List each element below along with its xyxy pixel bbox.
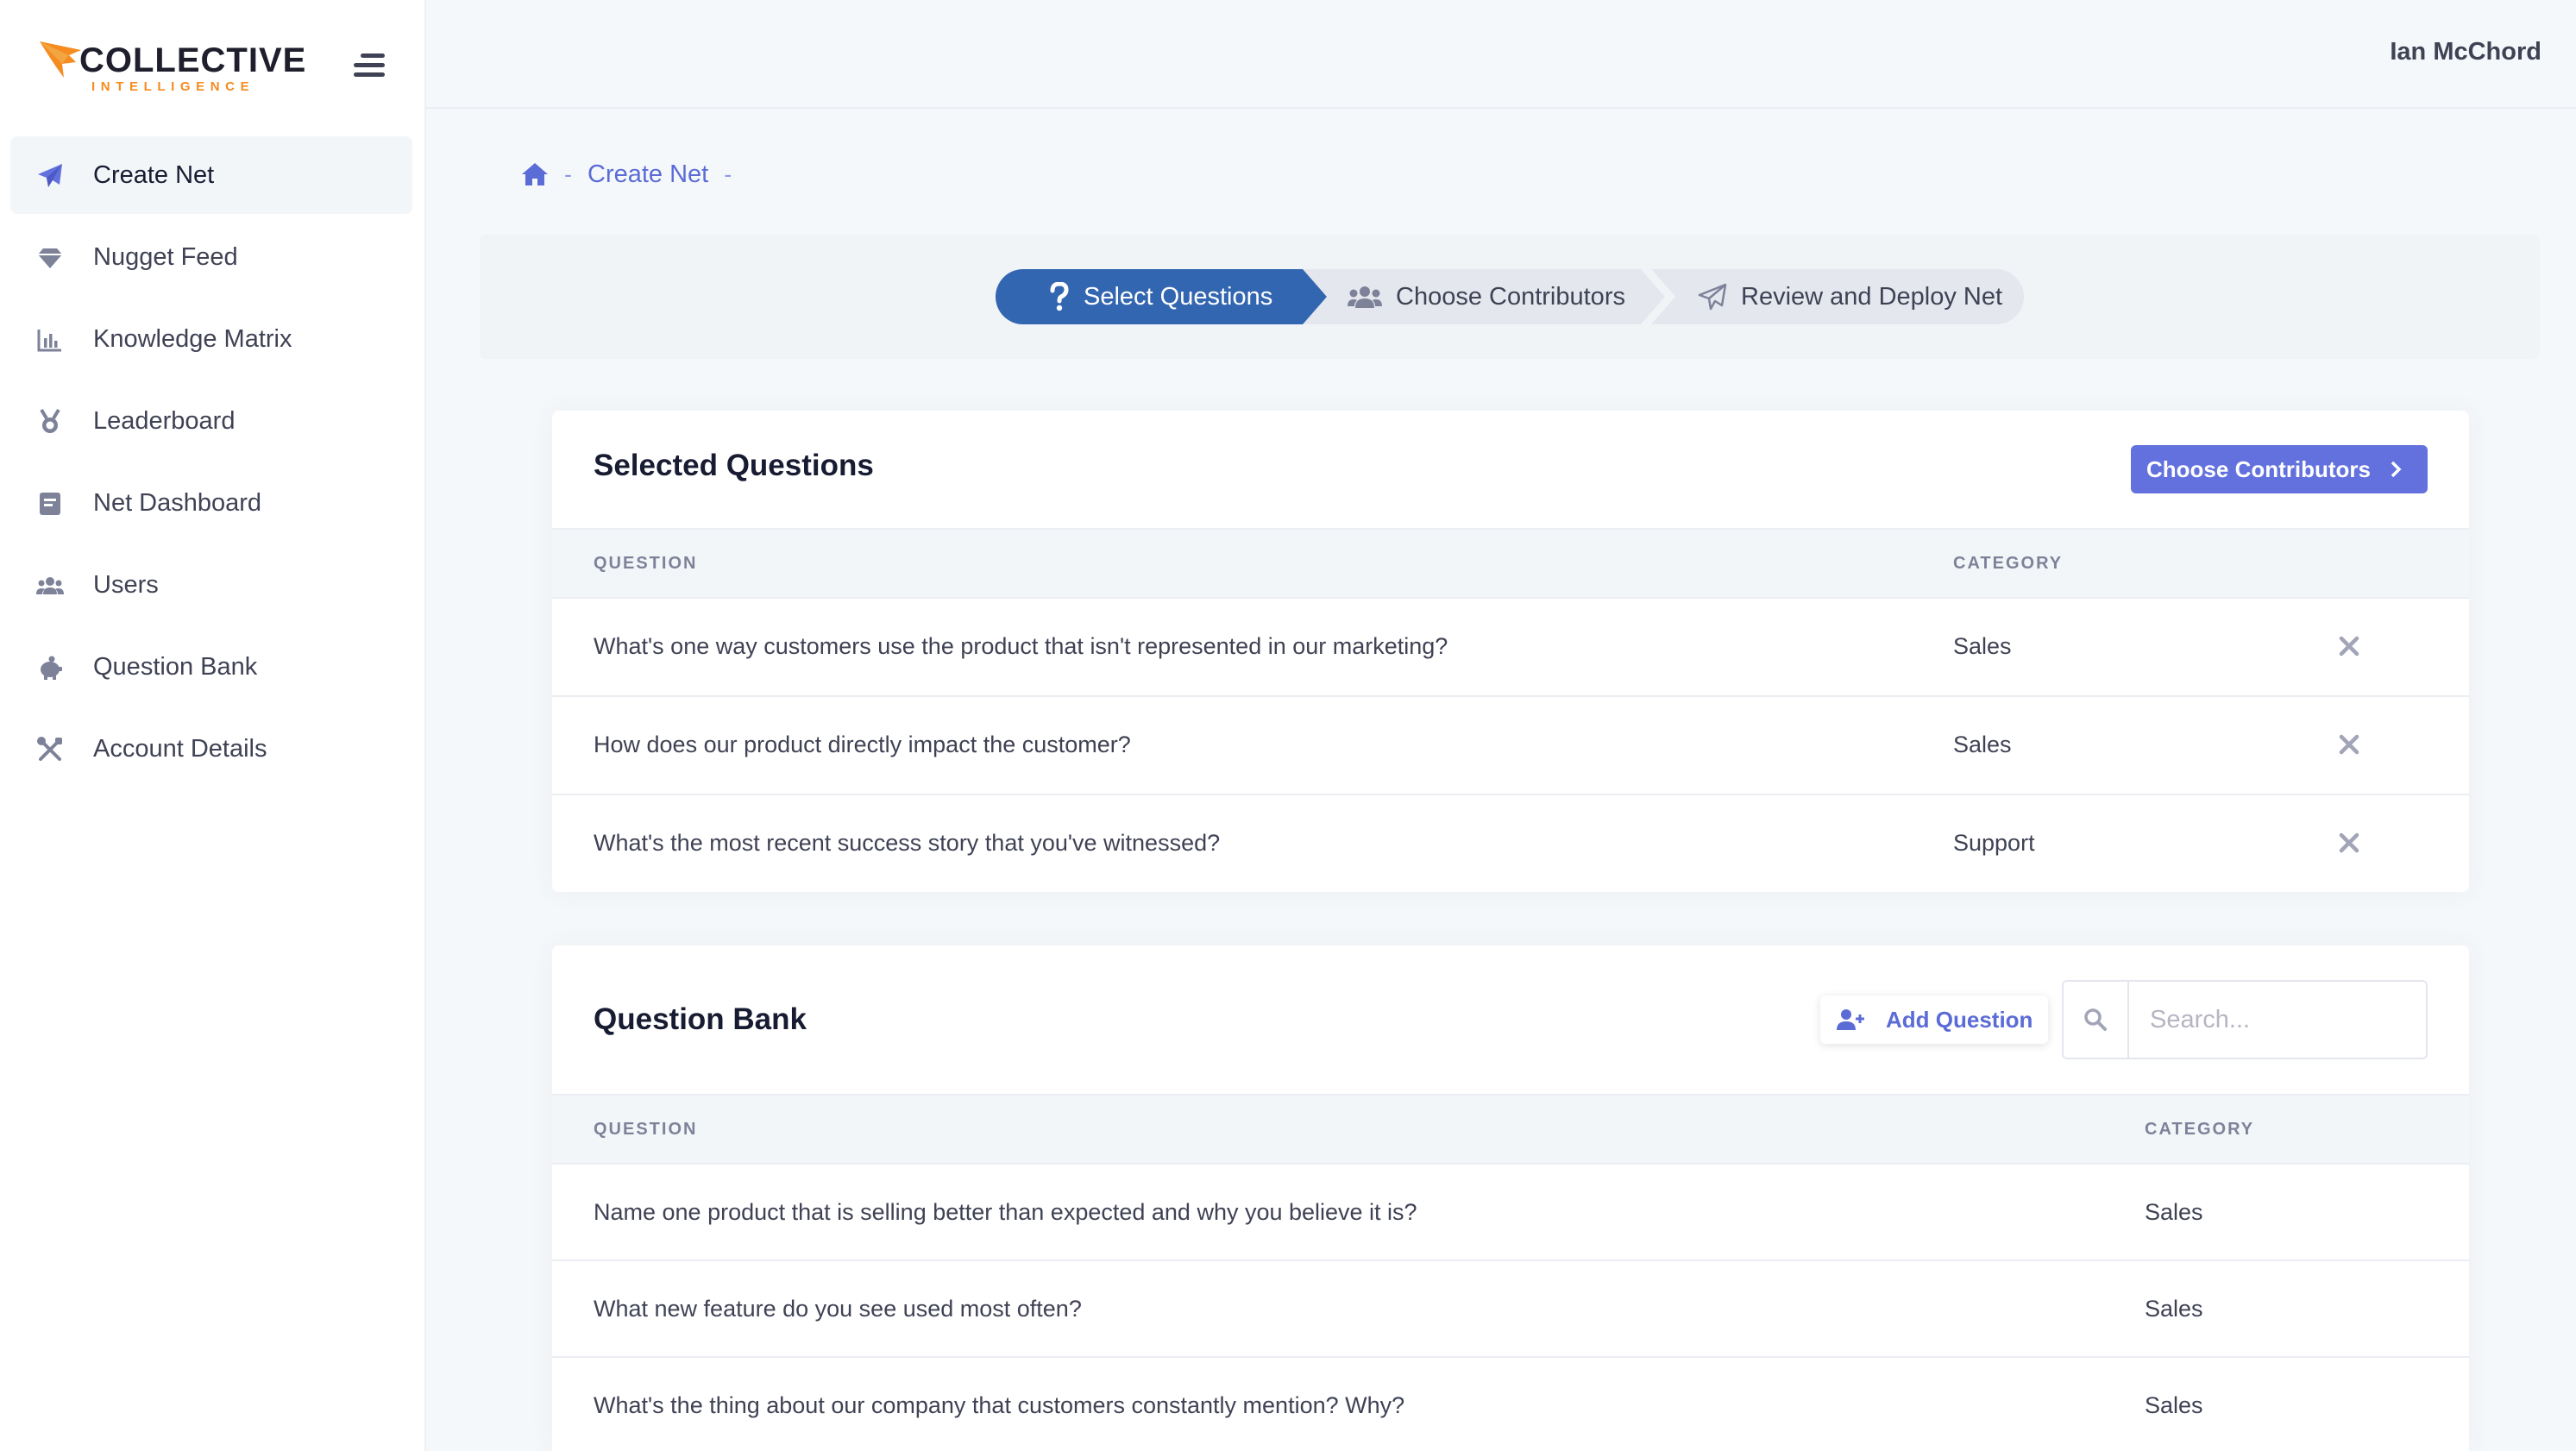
step-choose-contributors[interactable]: Choose Contributors	[1303, 269, 1665, 324]
category-cell: Sales	[1953, 732, 2012, 757]
question-icon	[1050, 282, 1069, 311]
column-header-category[interactable]: CATEGORY	[2145, 1120, 2254, 1140]
question-cell: What's one way customers use the product…	[594, 633, 1448, 659]
sidebar-nav: Create Net Nugget Feed Knowledge Matrix	[10, 136, 412, 792]
breadcrumb-separator: -	[564, 160, 572, 187]
remove-icon[interactable]	[2338, 635, 2360, 657]
table-row[interactable]: Name one product that is selling better …	[552, 1165, 2469, 1261]
brand-tagline: INTELLIGENCE	[91, 79, 255, 94]
table-row[interactable]: What new feature do you see used most of…	[552, 1261, 2469, 1358]
card-title: Selected Questions	[594, 449, 874, 482]
category-cell: Sales	[2145, 1392, 2203, 1418]
table-row: What's one way customers use the product…	[552, 599, 2469, 697]
category-cell: Sales	[2145, 1296, 2203, 1322]
question-cell: What's the most recent success story tha…	[594, 830, 1221, 856]
sidebar-item-create-net[interactable]: Create Net	[10, 136, 412, 214]
category-cell: Sales	[1953, 633, 2012, 659]
top-header: Ian McChord	[426, 0, 2576, 109]
step-review-deploy[interactable]: Review and Deploy Net	[1651, 269, 2024, 324]
search-icon	[2084, 1008, 2107, 1031]
bar-chart-icon	[37, 330, 61, 352]
category-cell: Sales	[2145, 1199, 2203, 1225]
breadcrumb-current[interactable]: Create Net	[587, 160, 708, 189]
search-addon	[2064, 982, 2129, 1058]
table-row[interactable]: What's the thing about our company that …	[552, 1358, 2469, 1451]
sidebar-item-users[interactable]: Users	[10, 546, 412, 624]
search-input[interactable]	[2131, 982, 2424, 1058]
sidebar-item-label: Users	[93, 570, 159, 599]
add-user-icon	[1837, 1009, 1864, 1030]
menu-toggle-icon[interactable]	[350, 50, 385, 81]
sidebar-item-label: Leaderboard	[93, 406, 236, 435]
sidebar-item-nugget-feed[interactable]: Nugget Feed	[10, 218, 412, 296]
home-icon[interactable]	[521, 161, 549, 187]
sidebar: COLLECTIVE INTELLIGENCE Create Net Nugge…	[0, 0, 426, 1451]
step-label: Choose Contributors	[1396, 282, 1625, 311]
remove-icon[interactable]	[2338, 832, 2360, 854]
sidebar-item-question-bank[interactable]: Question Bank	[10, 628, 412, 706]
sidebar-item-label: Question Bank	[93, 652, 258, 681]
medal-icon	[40, 408, 60, 433]
button-label: Choose Contributors	[2146, 455, 2371, 482]
step-label: Select Questions	[1084, 282, 1273, 311]
sidebar-item-knowledge-matrix[interactable]: Knowledge Matrix	[10, 300, 412, 378]
category-cell: Support	[1953, 830, 2035, 856]
table-header: QUESTION CATEGORY	[552, 528, 2469, 599]
question-cell: Name one product that is selling better …	[594, 1199, 1417, 1225]
table-header: QUESTION CATEGORY	[552, 1094, 2469, 1165]
column-header-question[interactable]: QUESTION	[594, 1120, 697, 1140]
breadcrumb: - Create Net -	[521, 159, 747, 190]
tools-icon	[37, 737, 62, 761]
question-cell: What new feature do you see used most of…	[594, 1296, 1082, 1322]
chevron-right-icon	[2391, 461, 2402, 478]
users-icon	[36, 577, 64, 594]
brand-logo[interactable]: COLLECTIVE INTELLIGENCE	[38, 36, 305, 97]
step-label: Review and Deploy Net	[1741, 282, 2003, 311]
add-question-button[interactable]: Add Question	[1820, 996, 2049, 1044]
gem-icon	[38, 248, 62, 268]
brand-name: COLLECTIVE	[79, 41, 307, 79]
remove-icon[interactable]	[2338, 733, 2360, 756]
user-menu[interactable]: Ian McChord	[2390, 38, 2541, 66]
table-row: What's the most recent success story tha…	[552, 795, 2469, 892]
sidebar-item-label: Net Dashboard	[93, 488, 262, 517]
question-cell: How does our product directly impact the…	[594, 732, 1131, 757]
users-icon	[1348, 286, 1382, 308]
selected-questions-card: Selected Questions Choose Contributors Q…	[552, 411, 2469, 892]
logo-wing-icon	[40, 41, 81, 78]
breadcrumb-separator: -	[724, 160, 732, 187]
choose-contributors-button[interactable]: Choose Contributors	[2131, 445, 2428, 493]
document-icon	[40, 493, 60, 515]
piggy-bank-icon	[41, 656, 62, 680]
question-bank-card: Question Bank Add Question QUESTION CATE…	[552, 945, 2469, 1451]
sidebar-item-label: Knowledge Matrix	[93, 324, 292, 353]
sidebar-item-leaderboard[interactable]: Leaderboard	[10, 382, 412, 460]
table-row: How does our product directly impact the…	[552, 697, 2469, 795]
step-select-questions[interactable]: Select Questions	[996, 269, 1327, 324]
card-title: Question Bank	[594, 1002, 807, 1036]
button-label: Add Question	[1886, 1006, 2033, 1033]
column-header-question[interactable]: QUESTION	[594, 554, 697, 574]
paper-plane-icon	[38, 164, 62, 187]
question-cell: What's the thing about our company that …	[594, 1392, 1405, 1418]
sidebar-item-label: Create Net	[93, 160, 215, 189]
paper-plane-icon	[1698, 283, 1727, 311]
sidebar-item-net-dashboard[interactable]: Net Dashboard	[10, 464, 412, 542]
column-header-category[interactable]: CATEGORY	[1953, 554, 2063, 574]
sidebar-item-account-details[interactable]: Account Details	[10, 710, 412, 788]
sidebar-item-label: Nugget Feed	[93, 242, 238, 271]
search-group	[2062, 980, 2428, 1059]
sidebar-item-label: Account Details	[93, 734, 267, 763]
